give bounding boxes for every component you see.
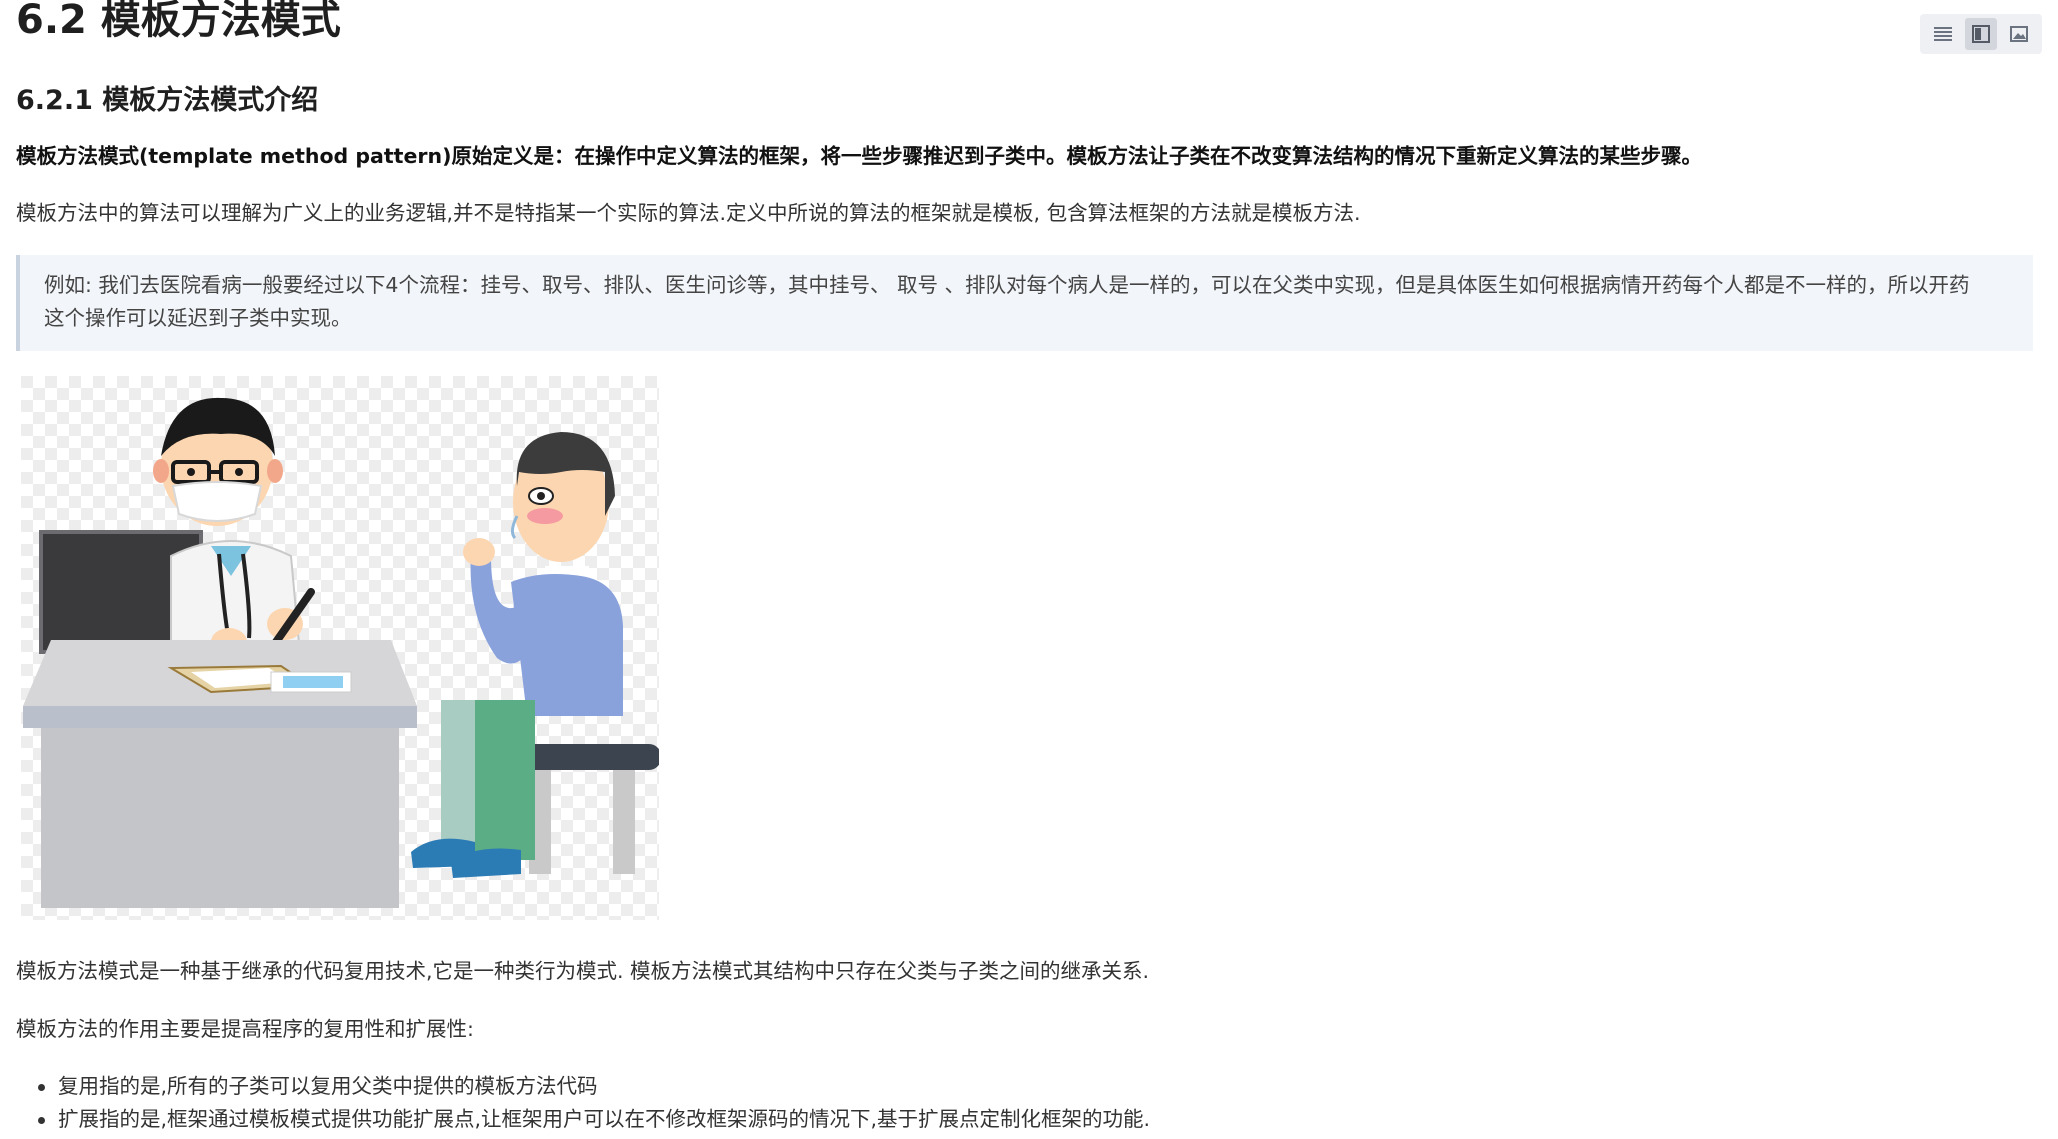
quote-line-2: 这个操作可以延迟到子类中实现。 bbox=[44, 306, 352, 330]
list-item: 扩展指的是,框架通过模板模式提供功能扩展点,让框架用户可以在不修改框架源码的情况… bbox=[16, 1103, 1150, 1136]
paragraph-purpose: 模板方法的作用主要是提高程序的复用性和扩展性: bbox=[16, 1017, 474, 1041]
image-view-button[interactable] bbox=[2003, 18, 2035, 50]
benefit-list: 复用指的是,所有的子类可以复用父类中提供的模板方法代码 扩展指的是,框架通过模板… bbox=[16, 1070, 1150, 1136]
paragraph-algorithm: 模板方法中的算法可以理解为广义上的业务逻辑,并不是特指某一个实际的算法.定义中所… bbox=[16, 201, 1361, 225]
definition-text: 模板方法模式(template method pattern)原始定义是：在操作… bbox=[16, 144, 1702, 168]
view-toolbar bbox=[1920, 14, 2042, 54]
section-title: 6.2.1 模板方法模式介绍 bbox=[16, 85, 319, 116]
quote-line-1: 例如: 我们去医院看病一般要经过以下4个流程：挂号、取号、排队、医生问诊等，其中… bbox=[44, 273, 1970, 297]
list-view-button[interactable] bbox=[1927, 18, 1959, 50]
split-view-button[interactable] bbox=[1965, 18, 1997, 50]
list-view-icon bbox=[1934, 27, 1952, 41]
example-blockquote: 例如: 我们去医院看病一般要经过以下4个流程：挂号、取号、排队、医生问诊等，其中… bbox=[16, 255, 2033, 351]
paragraph-inheritance: 模板方法模式是一种基于继承的代码复用技术,它是一种类行为模式. 模板方法模式其结… bbox=[16, 959, 1150, 983]
list-item: 复用指的是,所有的子类可以复用父类中提供的模板方法代码 bbox=[16, 1070, 1150, 1103]
image-view-icon bbox=[2010, 26, 2028, 42]
split-view-icon bbox=[1972, 25, 1990, 43]
page-title: 6.2 模板方法模式 bbox=[16, 0, 341, 43]
doctor-patient-illustration bbox=[21, 376, 659, 920]
